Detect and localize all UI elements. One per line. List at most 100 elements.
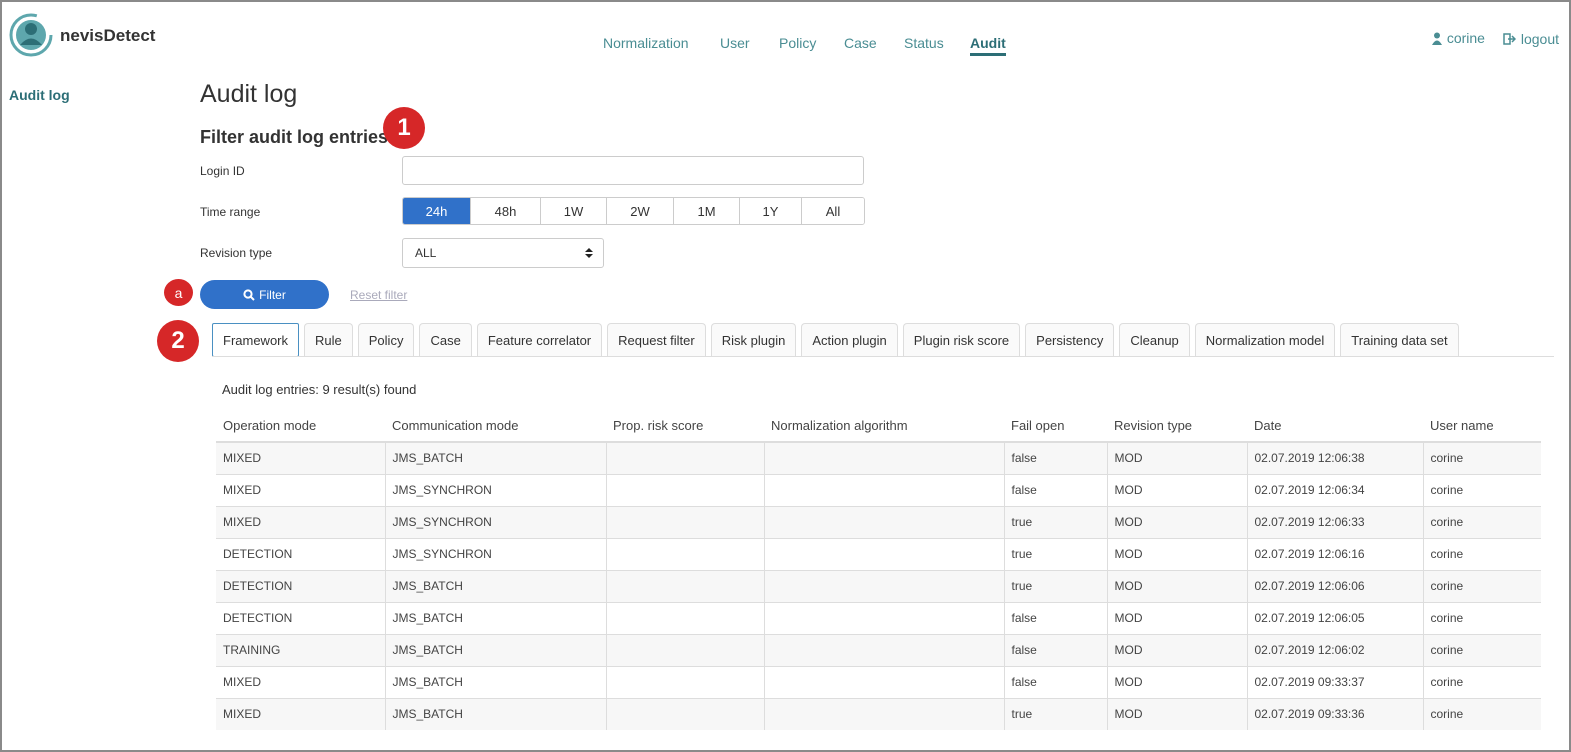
tab-policy[interactable]: Policy	[357, 323, 415, 357]
tab-risk-plugin[interactable]: Risk plugin	[710, 323, 797, 357]
col-fail-open[interactable]: Fail open	[1004, 410, 1107, 443]
sidebar-item-audit-log[interactable]: Audit log	[9, 87, 70, 103]
tab-cleanup[interactable]: Cleanup	[1119, 323, 1190, 357]
table-row[interactable]: MIXED JMS_BATCH true MOD 02.07.2019 09:33:36…	[216, 697, 1541, 730]
cell-revision-type: MOD	[1106, 665, 1247, 698]
logout-link[interactable]: logout	[1503, 31, 1559, 47]
tab-request-filter[interactable]: Request filter	[607, 323, 706, 357]
nav-status[interactable]: Status	[904, 35, 944, 51]
cell-normalization-algorithm	[763, 601, 1004, 634]
cell-fail-open: true	[1003, 537, 1107, 570]
revision-type-label: Revision type	[200, 246, 273, 260]
logout-label: logout	[1520, 30, 1559, 47]
cell-normalization-algorithm	[763, 697, 1004, 730]
range-2w-button[interactable]: 2W	[607, 198, 674, 224]
cell-prop-risk-score	[605, 473, 764, 506]
tab-rule[interactable]: Rule	[304, 323, 353, 357]
cell-date: 02.07.2019 12:06:05	[1246, 601, 1423, 634]
cell-communication-mode: JMS_SYNCHRON	[384, 505, 606, 538]
nav-policy[interactable]: Policy	[779, 35, 816, 51]
col-communication-mode[interactable]: Communication mode	[385, 410, 606, 443]
cell-prop-risk-score	[605, 537, 764, 570]
cell-date: 02.07.2019 12:06:06	[1246, 569, 1423, 602]
user-menu[interactable]: corine	[1431, 30, 1485, 46]
filter-button-label: Filter	[259, 287, 286, 302]
cell-prop-risk-score	[605, 601, 764, 634]
cell-user-name: corine	[1422, 505, 1541, 538]
annotation-marker-1: 1	[383, 107, 425, 149]
cell-operation-mode: MIXED	[216, 473, 385, 506]
range-1m-button[interactable]: 1M	[674, 198, 740, 224]
col-normalization-algorithm[interactable]: Normalization algorithm	[764, 410, 1004, 443]
filter-button[interactable]: Filter	[200, 280, 329, 309]
cell-communication-mode: JMS_BATCH	[384, 441, 606, 474]
cell-operation-mode: DETECTION	[216, 537, 385, 570]
nav-case[interactable]: Case	[844, 35, 877, 51]
cell-prop-risk-score	[605, 569, 764, 602]
cell-fail-open: false	[1003, 473, 1107, 506]
filter-section-title: Filter audit log entries	[200, 127, 389, 147]
revision-type-select[interactable]: ALL	[402, 238, 604, 268]
col-prop-risk-score[interactable]: Prop. risk score	[606, 410, 764, 443]
cell-date: 02.07.2019 09:33:36	[1246, 697, 1423, 730]
cell-communication-mode: JMS_BATCH	[384, 601, 606, 634]
table-row[interactable]: DETECTION JMS_SYNCHRON true MOD 02.07.2019 1…	[216, 537, 1541, 570]
tab-feature-correlator[interactable]: Feature correlator	[476, 323, 603, 357]
cell-prop-risk-score	[605, 633, 764, 666]
cell-fail-open: false	[1003, 441, 1107, 474]
cell-revision-type: MOD	[1106, 569, 1247, 602]
col-user-name[interactable]: User name	[1423, 410, 1541, 443]
range-48h-button[interactable]: 48h	[471, 198, 541, 224]
time-range-group: 24h 48h 1W 2W 1M 1Y All	[402, 197, 865, 225]
range-all-button[interactable]: All	[802, 198, 864, 224]
cell-prop-risk-score	[605, 505, 764, 538]
col-date[interactable]: Date	[1247, 410, 1423, 443]
cell-user-name: corine	[1422, 473, 1541, 506]
login-id-input[interactable]	[402, 156, 864, 185]
cell-date: 02.07.2019 12:06:33	[1246, 505, 1423, 538]
cell-communication-mode: JMS_BATCH	[384, 633, 606, 666]
col-operation-mode[interactable]: Operation mode	[216, 410, 385, 443]
cell-normalization-algorithm	[763, 505, 1004, 538]
cell-revision-type: MOD	[1106, 537, 1247, 570]
cell-user-name: corine	[1422, 601, 1541, 634]
nav-normalization[interactable]: Normalization	[603, 35, 689, 51]
nav-user[interactable]: User	[720, 35, 750, 51]
logout-icon	[1503, 32, 1516, 45]
col-revision-type[interactable]: Revision type	[1107, 410, 1247, 443]
cell-prop-risk-score	[605, 441, 764, 474]
results-summary: Audit log entries: 9 result(s) found	[222, 382, 417, 397]
cell-revision-type: MOD	[1106, 505, 1247, 538]
tab-divider	[212, 356, 1554, 357]
nav-audit[interactable]: Audit	[970, 35, 1006, 56]
cell-communication-mode: JMS_BATCH	[384, 697, 606, 730]
cell-operation-mode: MIXED	[216, 505, 385, 538]
table-row[interactable]: DETECTION JMS_BATCH false MOD 02.07.2019 12:…	[216, 601, 1541, 634]
reset-filter-link[interactable]: Reset filter	[350, 288, 407, 302]
cell-normalization-algorithm	[763, 569, 1004, 602]
range-24h-button[interactable]: 24h	[403, 198, 471, 224]
table-row[interactable]: DETECTION JMS_BATCH true MOD 02.07.2019 12:0…	[216, 569, 1541, 602]
tab-normalization-model[interactable]: Normalization model	[1194, 323, 1336, 357]
tab-persistency[interactable]: Persistency	[1025, 323, 1115, 357]
tab-framework[interactable]: Framework	[212, 323, 300, 357]
table-row[interactable]: TRAINING JMS_BATCH false MOD 02.07.2019 12:0…	[216, 633, 1541, 666]
table-row[interactable]: MIXED JMS_SYNCHRON false MOD 02.07.2019 12:0…	[216, 473, 1541, 506]
cell-user-name: corine	[1422, 697, 1541, 730]
range-1y-button[interactable]: 1Y	[740, 198, 802, 224]
range-1w-button[interactable]: 1W	[541, 198, 607, 224]
table-row[interactable]: MIXED JMS_SYNCHRON true MOD 02.07.2019 12:06…	[216, 505, 1541, 538]
cell-operation-mode: TRAINING	[216, 633, 385, 666]
tab-plugin-risk-score[interactable]: Plugin risk score	[902, 323, 1021, 357]
cell-revision-type: MOD	[1106, 441, 1247, 474]
table-header-row: Operation mode Communication mode Prop. …	[216, 410, 1541, 443]
cell-fail-open: true	[1003, 569, 1107, 602]
tab-action-plugin[interactable]: Action plugin	[801, 323, 898, 357]
table-row[interactable]: MIXED JMS_BATCH false MOD 02.07.2019 12:06:3…	[216, 441, 1541, 474]
cell-fail-open: true	[1003, 697, 1107, 730]
login-id-label: Login ID	[200, 164, 245, 178]
tab-case[interactable]: Case	[419, 323, 472, 357]
cell-operation-mode: MIXED	[216, 665, 385, 698]
table-row[interactable]: MIXED JMS_BATCH false MOD 02.07.2019 09:33:3…	[216, 665, 1541, 698]
tab-training-data-set[interactable]: Training data set	[1340, 323, 1459, 357]
